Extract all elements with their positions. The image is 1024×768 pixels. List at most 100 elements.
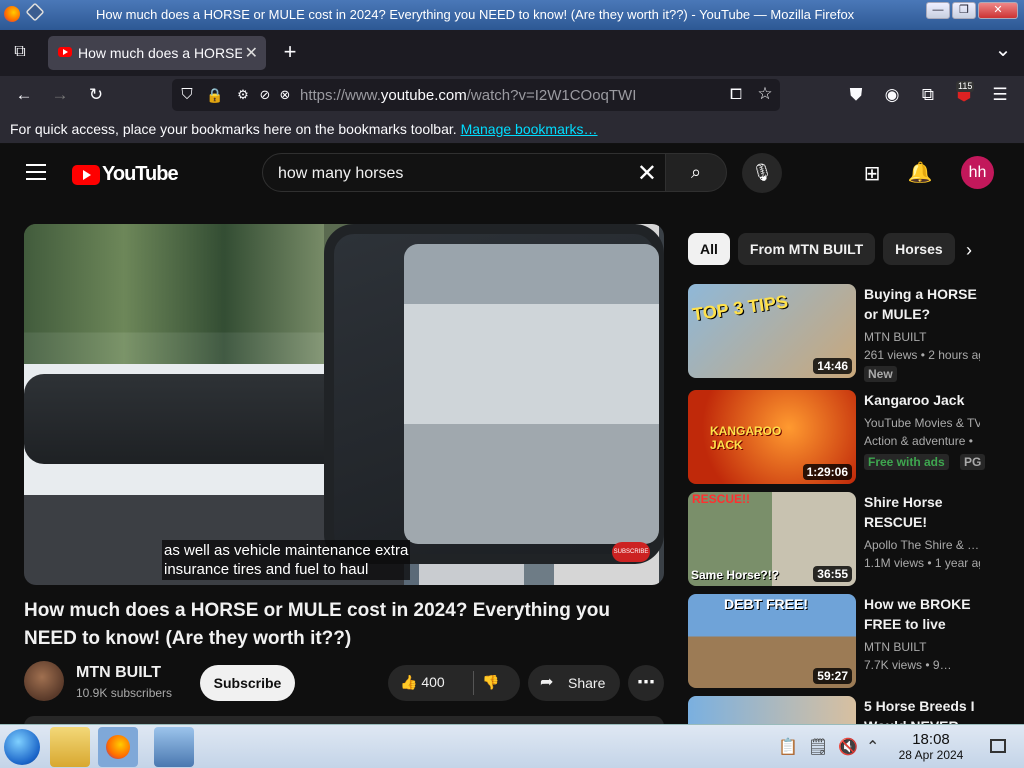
subscriber-count: 10.9K subscribers bbox=[76, 686, 173, 700]
search-button[interactable]: ⌕ bbox=[665, 153, 727, 192]
recommendation-title[interactable]: How we BROKE FREE to live our… bbox=[864, 594, 980, 634]
recommendation-channel[interactable]: MTN BUILT bbox=[864, 330, 980, 344]
autoplay-blocked-icon[interactable]: ⊗ bbox=[274, 85, 296, 105]
guide-menu-icon[interactable] bbox=[26, 164, 46, 180]
youtube-logo[interactable]: YouTube bbox=[72, 163, 179, 186]
like-button[interactable]: 👍 400 bbox=[400, 674, 445, 691]
minimize-button[interactable]: — bbox=[926, 2, 950, 19]
recommendation-title[interactable]: Shire Horse RESCUE! Apollo… bbox=[864, 492, 980, 532]
video-player[interactable]: as well as vehicle maintenance extra ins… bbox=[24, 224, 664, 585]
recommendation-title[interactable]: Kangaroo Jack bbox=[864, 390, 980, 410]
permissions-icon[interactable]: ⚙ bbox=[232, 85, 254, 105]
list-all-tabs-button[interactable]: ⌄ bbox=[992, 40, 1014, 60]
back-button[interactable]: ← bbox=[13, 85, 35, 105]
dislike-button[interactable]: 👎 bbox=[482, 674, 499, 691]
tab-youtube[interactable]: How much does a HORSE or MULE cost in 20… bbox=[48, 36, 266, 70]
video-thumbnail[interactable]: KANGAROO JACK 1:29:06 bbox=[688, 390, 856, 484]
recommendation-title[interactable]: Buying a HORSE or MULE? Watch… bbox=[864, 284, 980, 324]
window-title: How much does a HORSE or MULE cost in 20… bbox=[96, 7, 855, 22]
subscribe-watermark[interactable]: SUBSCRIBE bbox=[612, 542, 650, 562]
recommendation-title[interactable]: 5 Horse Breeds I Would NEVER Get bbox=[864, 696, 980, 724]
manage-bookmarks-link[interactable]: Manage bookmarks… bbox=[461, 121, 598, 137]
recommendation-item[interactable]: RESCUE!! Same Horse?!? 36:55 Shire Horse… bbox=[688, 492, 988, 588]
search-icon: ⌕ bbox=[690, 162, 702, 182]
recommendation-channel[interactable]: YouTube Movies & TV bbox=[864, 416, 980, 430]
create-video-icon[interactable]: ⊞ bbox=[859, 161, 885, 186]
caption-line: insurance tires and fuel to haul bbox=[164, 561, 369, 578]
camera-blocked-icon[interactable]: ⊘ bbox=[254, 85, 276, 105]
recommendation-item[interactable]: TOP 3 TIPS 14:46 Buying a HORSE or MULE?… bbox=[688, 284, 988, 382]
recommendation-channel[interactable]: Apollo The Shire & … bbox=[864, 538, 980, 552]
tab-close-icon[interactable]: ✕ bbox=[245, 43, 258, 63]
more-actions-button[interactable]: ⋯ bbox=[628, 665, 664, 701]
extensions-icon[interactable]: ⧉ bbox=[917, 85, 939, 105]
voice-search-button[interactable]: 🎙 bbox=[742, 153, 782, 193]
video-thumbnail[interactable]: RESCUE!! Same Horse?!? 36:55 bbox=[688, 492, 856, 586]
chip-horses[interactable]: Horses bbox=[883, 233, 955, 265]
firefox-view-icon[interactable]: ⧉ bbox=[9, 42, 31, 62]
share-label: Share bbox=[568, 675, 606, 691]
chip-from-mtn-built[interactable]: From MTN BUILT bbox=[737, 233, 876, 265]
video-thumbnail[interactable]: DEBT FREE! 59:27 bbox=[688, 594, 856, 688]
notes-icon[interactable]: 🗒 bbox=[808, 737, 828, 757]
forward-button[interactable]: → bbox=[49, 85, 71, 105]
recommendation-item[interactable]: DEBT FREE! 59:27 How we BROKE FREE to li… bbox=[688, 594, 988, 690]
maximize-button[interactable]: ❐ bbox=[952, 2, 976, 19]
video-duration: 1:29:06 bbox=[802, 464, 852, 480]
search-input[interactable]: how many horses ✕ bbox=[262, 153, 666, 192]
video-duration: 14:46 bbox=[813, 358, 852, 374]
account-icon[interactable]: ◉ bbox=[881, 85, 903, 105]
channel-name[interactable]: MTN BUILT bbox=[76, 664, 161, 682]
app-menu-icon[interactable] bbox=[25, 2, 45, 22]
youtube-favicon-icon bbox=[58, 47, 72, 57]
chevron-right-icon[interactable]: › bbox=[966, 240, 972, 261]
recommendation-channel[interactable]: MTN BUILT bbox=[864, 640, 980, 654]
show-desktop-button[interactable] bbox=[990, 739, 1006, 753]
video-frame-mirror-arm bbox=[24, 374, 354, 464]
new-tab-button[interactable]: + bbox=[279, 41, 301, 63]
control-panel-icon[interactable] bbox=[154, 727, 194, 767]
shield-icon[interactable]: ⛉ bbox=[176, 85, 198, 105]
url-text[interactable]: https://www.youtube.com/watch?v=I2W1COoq… bbox=[300, 87, 636, 104]
tab-label: How much does a HORSE or MULE cost in 20… bbox=[78, 45, 242, 61]
menu-icon[interactable]: ☰ bbox=[989, 85, 1011, 105]
free-with-ads-badge: Free with ads bbox=[864, 454, 949, 470]
video-thumbnail[interactable]: TOP 3 TIPS 14:46 bbox=[688, 284, 856, 378]
tab-bar: ⧉ How much does a HORSE or MULE cost in … bbox=[0, 30, 1024, 76]
account-avatar[interactable]: hh bbox=[961, 156, 994, 189]
like-count: 400 bbox=[421, 674, 445, 690]
share-button[interactable]: ➦ Share bbox=[528, 665, 620, 701]
clear-search-icon[interactable]: ✕ bbox=[637, 159, 657, 188]
firefox-icon bbox=[106, 735, 130, 759]
picture-in-picture-icon[interactable]: ⧠ bbox=[725, 85, 747, 105]
bookmarks-message: For quick access, place your bookmarks h… bbox=[10, 121, 457, 137]
start-button[interactable] bbox=[4, 729, 40, 765]
file-manager-icon[interactable] bbox=[50, 727, 90, 767]
close-window-button[interactable]: ✕ bbox=[978, 2, 1018, 19]
channel-avatar[interactable] bbox=[24, 661, 64, 701]
share-icon: ➦ bbox=[540, 674, 554, 691]
url-bar[interactable]: ⛉ 🔒 ⚙ ⊘ ⊗ https://www.youtube.com/watch?… bbox=[172, 79, 780, 111]
clipboard-icon[interactable]: 📋 bbox=[778, 737, 798, 757]
thumbnail-text: DEBT FREE! bbox=[724, 596, 808, 612]
youtube-header: YouTube how many horses ✕ ⌕ 🎙 ⊞ 🔔 hh bbox=[0, 145, 1024, 203]
thumbnail-text: KANGAROO JACK bbox=[710, 424, 782, 452]
subscribe-button[interactable]: Subscribe bbox=[200, 665, 295, 701]
video-thumbnail[interactable] bbox=[688, 696, 856, 724]
recommendation-meta: 1.1M views • 1 year ago bbox=[864, 556, 980, 570]
recommendation-item[interactable]: KANGAROO JACK 1:29:06 Kangaroo Jack YouT… bbox=[688, 390, 988, 486]
video-captions: as well as vehicle maintenance extra ins… bbox=[162, 540, 411, 580]
search-query[interactable]: how many horses bbox=[278, 165, 403, 183]
recommendation-item[interactable]: 5 Horse Breeds I Would NEVER Get bbox=[688, 696, 988, 724]
system-clock[interactable]: 18:08 28 Apr 2024 bbox=[890, 731, 972, 762]
video-frame-mirror bbox=[324, 224, 664, 564]
reload-button[interactable]: ↻ bbox=[85, 85, 107, 105]
bookmark-star-icon[interactable]: ☆ bbox=[754, 84, 776, 104]
taskbar-firefox[interactable] bbox=[98, 727, 138, 767]
chip-all[interactable]: All bbox=[688, 233, 730, 265]
notifications-bell-icon[interactable]: 🔔 bbox=[907, 160, 933, 185]
chevron-up-icon[interactable]: ⌃ bbox=[866, 737, 879, 757]
pocket-icon[interactable]: ⛊ bbox=[845, 85, 867, 105]
volume-muted-icon[interactable]: 🔇 bbox=[838, 737, 858, 757]
lock-icon[interactable]: 🔒 bbox=[204, 85, 226, 105]
